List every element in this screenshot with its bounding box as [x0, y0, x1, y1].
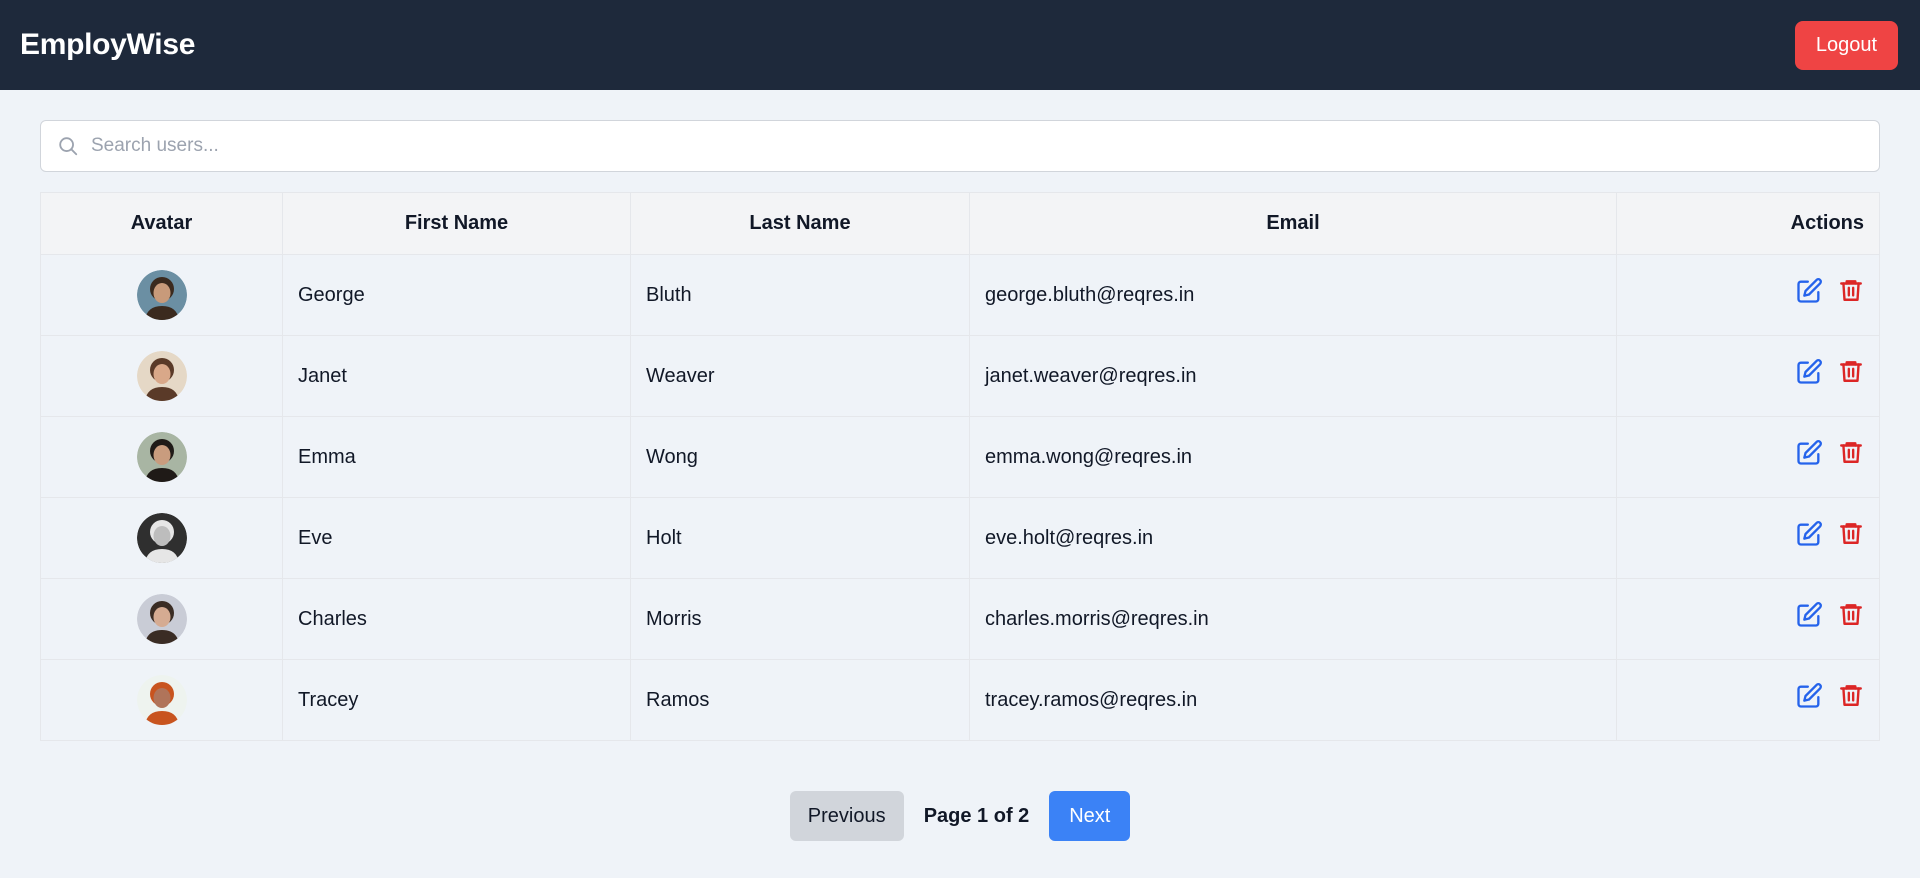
- actions-cell: [1616, 497, 1880, 579]
- avatar-cell: [40, 497, 283, 579]
- avatar-cell: [40, 335, 283, 417]
- next-button[interactable]: Next: [1049, 791, 1131, 841]
- trash-icon[interactable]: [1836, 358, 1864, 386]
- email-cell: emma.wong@reqres.in: [969, 416, 1617, 498]
- actions-cell: [1616, 416, 1880, 498]
- avatar: [136, 351, 187, 401]
- last-name-cell: Holt: [630, 497, 970, 579]
- edit-icon[interactable]: [1795, 277, 1823, 305]
- trash-icon[interactable]: [1836, 682, 1864, 710]
- pagination: Previous Page 1 of 2 Next: [40, 791, 1880, 841]
- search-input[interactable]: [91, 135, 1863, 157]
- last-name-cell: Wong: [630, 416, 970, 498]
- table-header-row: Avatar First Name Last Name Email Action…: [40, 192, 1880, 255]
- actions-cell: [1616, 254, 1880, 336]
- page-indicator: Page 1 of 2: [923, 804, 1030, 827]
- navbar: EmployWise Logout: [0, 0, 1920, 90]
- trash-icon[interactable]: [1836, 439, 1864, 467]
- previous-button[interactable]: Previous: [789, 791, 904, 841]
- table-row: Charles Morris charles.morris@reqres.in: [40, 578, 1880, 660]
- table-row: Janet Weaver janet.weaver@reqres.in: [40, 335, 1880, 417]
- first-name-cell: Emma: [282, 416, 631, 498]
- header-actions: Actions: [1616, 192, 1880, 255]
- avatar: [136, 432, 187, 482]
- header-avatar: Avatar: [40, 192, 283, 255]
- avatar-cell: [40, 659, 283, 741]
- trash-icon[interactable]: [1836, 601, 1864, 629]
- edit-icon[interactable]: [1795, 439, 1823, 467]
- first-name-cell: Eve: [282, 497, 631, 579]
- edit-icon[interactable]: [1795, 358, 1823, 386]
- actions-cell: [1616, 578, 1880, 660]
- first-name-cell: George: [282, 254, 631, 336]
- last-name-cell: Morris: [630, 578, 970, 660]
- avatar: [136, 270, 187, 320]
- trash-icon[interactable]: [1836, 520, 1864, 548]
- actions-cell: [1616, 335, 1880, 417]
- avatar: [136, 675, 187, 725]
- search-icon: [57, 134, 81, 158]
- last-name-cell: Ramos: [630, 659, 970, 741]
- email-cell: charles.morris@reqres.in: [969, 578, 1617, 660]
- first-name-cell: Tracey: [282, 659, 631, 741]
- email-cell: janet.weaver@reqres.in: [969, 335, 1617, 417]
- logout-button[interactable]: Logout: [1795, 20, 1898, 70]
- last-name-cell: Bluth: [630, 254, 970, 336]
- trash-icon[interactable]: [1836, 277, 1864, 305]
- edit-icon[interactable]: [1795, 601, 1823, 629]
- table-row: Tracey Ramos tracey.ramos@reqres.in: [40, 659, 1880, 741]
- edit-icon[interactable]: [1795, 682, 1823, 710]
- first-name-cell: Charles: [282, 578, 631, 660]
- last-name-cell: Weaver: [630, 335, 970, 417]
- main-content: Avatar First Name Last Name Email Action…: [0, 90, 1920, 841]
- users-table: Avatar First Name Last Name Email Action…: [40, 192, 1880, 741]
- email-cell: tracey.ramos@reqres.in: [969, 659, 1617, 741]
- search-bar[interactable]: [40, 120, 1880, 172]
- avatar: [136, 594, 187, 644]
- edit-icon[interactable]: [1795, 520, 1823, 548]
- brand-logo: EmployWise: [20, 28, 196, 61]
- avatar-cell: [40, 254, 283, 336]
- avatar-cell: [40, 416, 283, 498]
- avatar-cell: [40, 578, 283, 660]
- first-name-cell: Janet: [282, 335, 631, 417]
- table-row: Emma Wong emma.wong@reqres.in: [40, 416, 1880, 498]
- header-first-name: First Name: [282, 192, 631, 255]
- table-row: George Bluth george.bluth@reqres.in: [40, 254, 1880, 336]
- email-cell: eve.holt@reqres.in: [969, 497, 1617, 579]
- header-last-name: Last Name: [630, 192, 970, 255]
- actions-cell: [1616, 659, 1880, 741]
- header-email: Email: [969, 192, 1617, 255]
- email-cell: george.bluth@reqres.in: [969, 254, 1617, 336]
- table-row: Eve Holt eve.holt@reqres.in: [40, 497, 1880, 579]
- avatar: [136, 513, 187, 563]
